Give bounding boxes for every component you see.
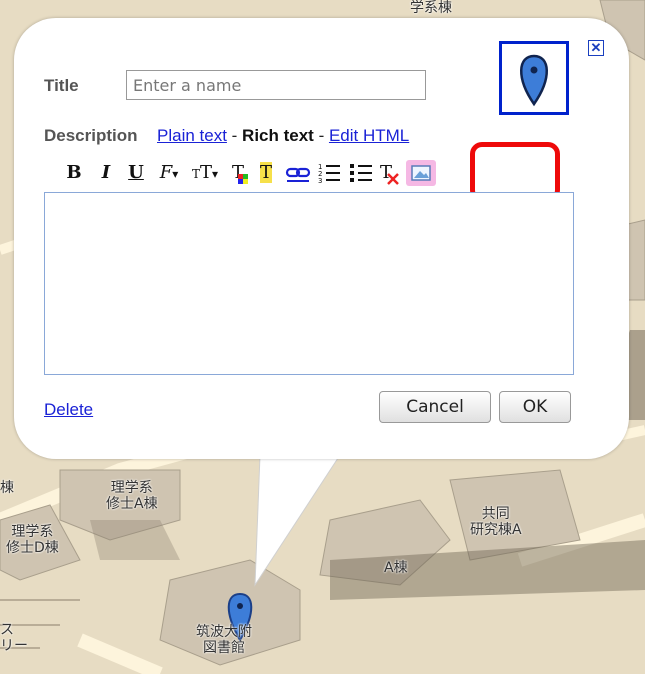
close-icon: ✕ [590, 40, 602, 55]
svg-text:T: T [380, 162, 392, 183]
insert-image-button[interactable] [406, 160, 436, 186]
plain-text-link[interactable]: Plain text [157, 126, 227, 145]
pin-icon-picker[interactable] [499, 41, 569, 115]
highlight-color-button[interactable]: T [254, 160, 278, 186]
description-mode-row: Description Plain text - Rich text - Edi… [44, 126, 409, 146]
rich-text-mode: Rich text [242, 126, 314, 145]
pin-icon [520, 54, 548, 107]
title-input[interactable] [126, 70, 426, 100]
font-icon: F [159, 162, 173, 183]
mode-separator: - [226, 126, 243, 145]
color-swatch-icon [238, 174, 248, 184]
delete-link[interactable]: Delete [44, 400, 93, 420]
description-editor[interactable] [44, 192, 574, 375]
description-label: Description [44, 126, 138, 145]
numbered-list-button[interactable]: 1 2 3 [316, 160, 342, 186]
insert-image-icon [411, 165, 431, 181]
remove-formatting-icon: T [380, 162, 399, 185]
numbered-list-icon: 1 2 3 [318, 163, 340, 185]
svg-text:3: 3 [318, 177, 322, 185]
edit-html-link[interactable]: Edit HTML [329, 126, 409, 145]
underline-button[interactable]: U [126, 160, 146, 186]
bullet-list-button[interactable] [348, 160, 374, 186]
font-size-button[interactable]: TT▾ [188, 160, 222, 186]
cancel-button[interactable]: Cancel [379, 391, 491, 423]
text-color-button[interactable]: T [226, 160, 250, 186]
link-icon [285, 167, 311, 182]
bold-button[interactable]: B [64, 160, 84, 186]
mode-separator: - [313, 126, 329, 145]
highlight-color-icon: T [259, 162, 272, 183]
remove-formatting-button[interactable]: T [378, 160, 402, 186]
title-label: Title [44, 76, 79, 95]
font-button[interactable]: F▾ [152, 160, 186, 186]
ok-button[interactable]: OK [499, 391, 571, 423]
close-button[interactable]: ✕ [588, 40, 604, 56]
font-size-icon: T [191, 167, 200, 181]
link-button[interactable] [284, 160, 312, 186]
bullet-list-icon [350, 164, 372, 182]
italic-button[interactable]: I [96, 160, 116, 186]
